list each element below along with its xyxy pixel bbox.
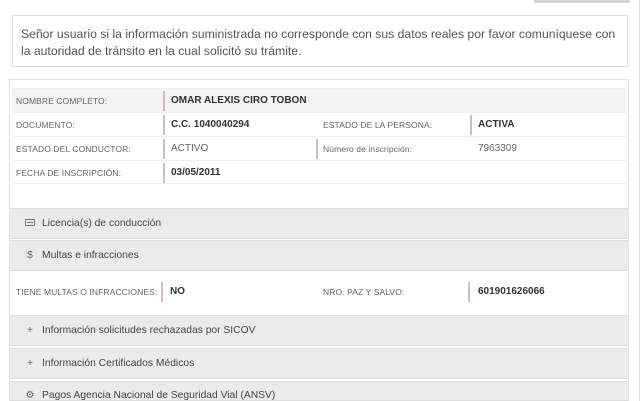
paz-salvo-label: NRO. PAZ Y SALVO:: [323, 287, 405, 297]
person-info-table: NOMBRE COMPLETO: OMAR ALEXIS CIRO TOBON …: [12, 88, 626, 184]
value-divider: [316, 139, 318, 159]
nombre-label: NOMBRE COMPLETO:: [16, 96, 108, 106]
documento-value: C.C. 1040040294: [171, 119, 250, 130]
value-divider: [163, 115, 165, 135]
tiene-multas-label: TIENE MULTAS O INFRACCIONES:: [16, 287, 158, 297]
row-documento: DOCUMENTO: C.C. 1040040294 ESTADO DE LA …: [12, 112, 626, 136]
notice-text: Señor usuario si la información suminist…: [21, 27, 616, 58]
row-estado-conductor: ESTADO DEL CONDUCTOR: ACTIVO Número de i…: [12, 136, 626, 160]
notice-box: Señor usuario si la información suminist…: [12, 15, 628, 67]
top-accent-bar: [534, 0, 630, 3]
sicov-label: Información solicitudes rechazadas por S…: [42, 325, 256, 336]
value-divider: [161, 282, 163, 302]
value-divider: [163, 139, 165, 159]
paz-salvo-value: 601901626066: [478, 286, 545, 297]
fecha-inscripcion-value: 03/05/2011: [171, 167, 221, 178]
multas-section-header[interactable]: $ Multas e infracciones: [10, 240, 628, 271]
dollar-icon: $: [27, 250, 33, 261]
numero-inscripcion-value: 7963309: [478, 143, 517, 154]
estado-persona-value: ACTIVA: [478, 119, 515, 130]
row-fecha-inscripcion: FECHA DE INSCRIPCIÓN: 03/05/2011: [12, 160, 626, 184]
gear-icon: ⚙: [25, 390, 35, 401]
plus-icon: +: [27, 358, 33, 369]
tiene-multas-value: NO: [170, 286, 185, 297]
fecha-inscripcion-label: FECHA DE INSCRIPCIÓN:: [16, 168, 122, 178]
value-divider: [163, 163, 165, 183]
value-divider: [470, 115, 472, 135]
documento-label: DOCUMENTO:: [16, 120, 75, 130]
multas-info-row: TIENE MULTAS O INFRACCIONES: NO NRO. PAZ…: [12, 280, 626, 304]
estado-conductor-label: ESTADO DEL CONDUCTOR:: [16, 144, 131, 154]
licencias-label: Licencia(s) de conducción: [42, 218, 162, 229]
numero-inscripcion-label: Número de inscripción:: [323, 144, 413, 154]
nombre-value: OMAR ALEXIS CIRO TOBON: [171, 95, 307, 106]
ansv-section-header[interactable]: ⚙ Pagos Agencia Nacional de Seguridad Vi…: [10, 381, 628, 401]
licencias-section-header[interactable]: Licencia(s) de conducción: [10, 208, 628, 239]
estado-persona-label: ESTADO DE LA PERSONA:: [323, 120, 433, 130]
plus-icon: +: [27, 325, 33, 336]
multas-label: Multas e infracciones: [42, 250, 139, 261]
ansv-label: Pagos Agencia Nacional de Seguridad Vial…: [42, 390, 276, 401]
certificados-label: Información Certificados Médicos: [42, 358, 195, 369]
id-card-icon: [22, 218, 38, 229]
row-nombre: NOMBRE COMPLETO: OMAR ALEXIS CIRO TOBON: [12, 88, 626, 112]
certificados-section-header[interactable]: + Información Certificados Médicos: [10, 348, 628, 379]
value-divider: [163, 91, 165, 111]
value-divider: [468, 282, 470, 302]
sicov-section-header[interactable]: + Información solicitudes rechazadas por…: [10, 315, 628, 346]
estado-conductor-value: ACTIVO: [171, 143, 209, 154]
